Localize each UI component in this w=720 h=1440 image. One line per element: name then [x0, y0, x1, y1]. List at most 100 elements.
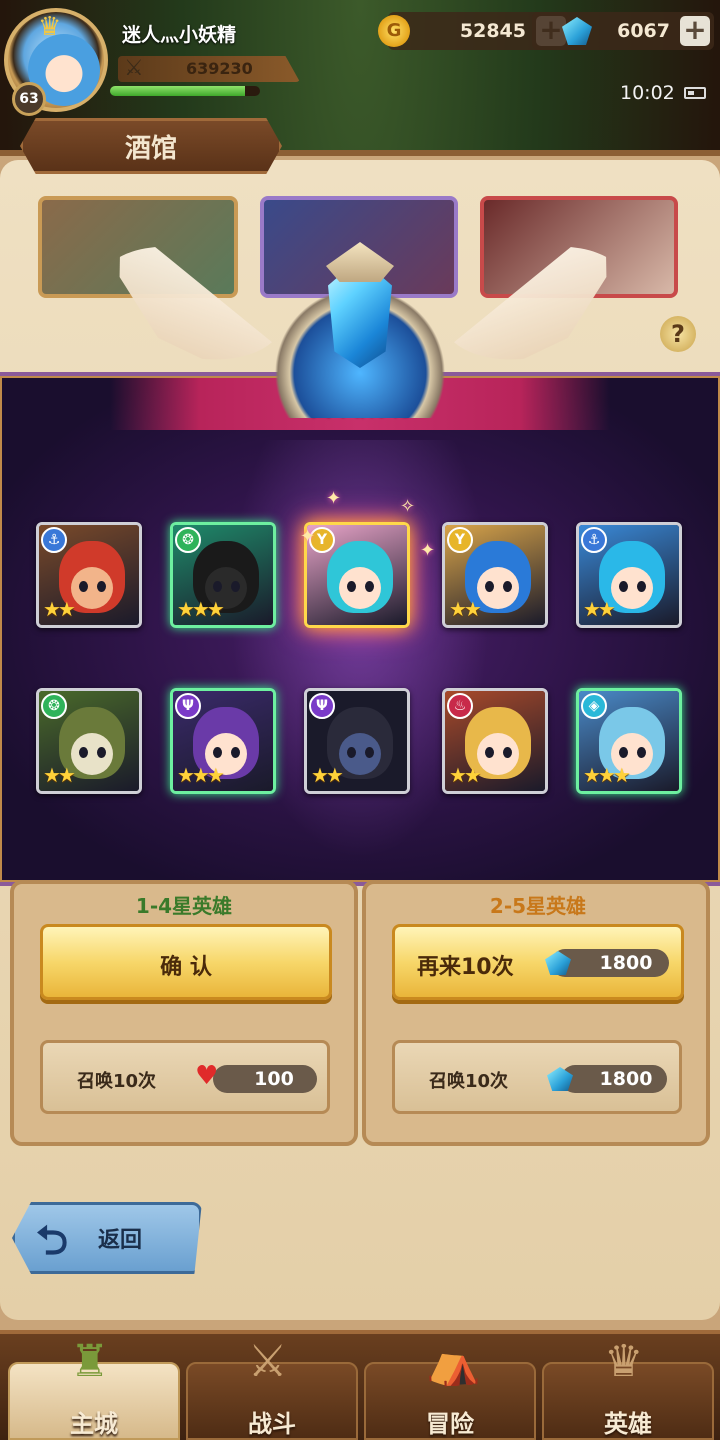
sparkle-icon: ✦	[300, 526, 316, 547]
status-clock: 10:02	[620, 82, 675, 104]
crossed-swords-icon: ⚔	[248, 1336, 288, 1387]
hero-stars: ★★	[43, 597, 76, 621]
fire-faction-icon: ♨	[447, 693, 473, 719]
crossed-swords-icon: ⚔	[124, 56, 144, 81]
return-arrow-icon: ⮌	[36, 1218, 69, 1264]
hero-eye	[347, 747, 356, 758]
hero-stars: ★★	[43, 763, 76, 787]
confirm-button[interactable]: 确 认	[40, 924, 332, 1000]
sparkle-icon: ✦	[420, 540, 436, 561]
hero-face	[71, 567, 113, 609]
gem-counter: 6067 +	[532, 12, 714, 50]
hero-eye	[637, 581, 646, 592]
page-title: 酒馆	[124, 134, 177, 164]
anchor-faction-icon: ⚓	[581, 527, 607, 553]
confirm-button-label: 确 认	[160, 955, 212, 980]
hero-card[interactable]: ⚓ ★★	[576, 522, 682, 628]
summon-ten-basic-cost: 100	[213, 1065, 317, 1093]
hero-stars: ★★	[583, 597, 616, 621]
summon-ten-advanced-button[interactable]: 召唤10次 1800	[392, 1040, 682, 1114]
hero-face	[477, 567, 519, 609]
sparkle-icon: ✧	[400, 496, 416, 517]
sparkle-icon: ✦	[326, 488, 342, 509]
hero-icon: ♛	[604, 1336, 644, 1387]
battery-icon	[684, 87, 706, 99]
hero-card[interactable]: ◈ ★★★	[576, 688, 682, 794]
left-panel-label: 1-4星英雄	[135, 894, 233, 918]
hero-stars: ★★	[311, 763, 344, 787]
gem-icon	[562, 17, 592, 45]
hero-card[interactable]: ⚓ ★★	[36, 522, 142, 628]
hero-card[interactable]: Y	[304, 522, 410, 628]
nav-label: 冒险	[426, 1410, 474, 1438]
beast-faction-icon: ❂	[175, 527, 201, 553]
hero-eye	[365, 581, 374, 592]
hero-eye	[485, 747, 494, 758]
player-level-badge: 63	[12, 82, 46, 116]
hero-card[interactable]: Y ★★	[442, 522, 548, 628]
summon-ten-advanced-cost: 1800	[561, 1065, 667, 1093]
player-name: 迷人灬小妖精	[122, 24, 237, 46]
hero-eye	[79, 747, 88, 758]
back-button-label: 返回	[98, 1228, 143, 1253]
hero-eye	[637, 747, 646, 758]
anchor-faction-icon: ⚓	[41, 527, 67, 553]
nav-label: 主城	[70, 1410, 118, 1438]
exp-bar-fill	[110, 86, 245, 96]
hero-card[interactable]: ❂ ★★	[36, 688, 142, 794]
hero-eye	[213, 747, 222, 758]
hero-eye	[97, 581, 106, 592]
crown-icon: ♛	[38, 12, 62, 42]
beast-faction-icon: ❂	[41, 693, 67, 719]
castle-icon: ♜	[70, 1336, 110, 1387]
hero-card[interactable]: ♨ ★★	[442, 688, 548, 794]
summon-ten-basic-label: 召唤10次	[77, 1071, 157, 1092]
hero-face	[339, 567, 381, 609]
light-faction-icon: Y	[447, 527, 473, 553]
hero-eye	[231, 747, 240, 758]
water-faction-icon: ◈	[581, 693, 607, 719]
hero-eye	[503, 581, 512, 592]
help-button[interactable]: ?	[660, 316, 696, 352]
hero-eye	[365, 747, 374, 758]
hero-stars: ★★★	[583, 763, 631, 787]
hero-stars: ★★	[449, 597, 482, 621]
hero-stars: ★★★	[177, 763, 225, 787]
hero-eye	[619, 747, 628, 758]
summon-ten-basic-button[interactable]: 召唤10次 100 ♥	[40, 1040, 330, 1114]
nav-label: 英雄	[604, 1410, 652, 1438]
hero-face	[339, 733, 381, 775]
dark-faction-icon: Ψ	[309, 693, 335, 719]
hero-eye	[231, 581, 240, 592]
hero-eye	[347, 581, 356, 592]
hero-face	[71, 733, 113, 775]
hero-face	[611, 567, 653, 609]
hero-card[interactable]: ❂ ★★★	[170, 522, 276, 628]
add-gems-button[interactable]: +	[680, 16, 710, 46]
gem-value: 6067	[617, 20, 670, 42]
hero-eye	[619, 581, 628, 592]
hero-eye	[79, 581, 88, 592]
hero-eye	[503, 747, 512, 758]
nav-label: 战斗	[248, 1410, 296, 1438]
gold-coin-icon: G	[378, 15, 410, 47]
summon-ten-advanced-label: 召唤10次	[429, 1071, 509, 1092]
hero-card[interactable]: Ψ ★★	[304, 688, 410, 794]
exp-bar	[110, 86, 260, 96]
hero-stars: ★★★	[177, 597, 225, 621]
heart-icon: ♥	[195, 1061, 219, 1091]
hero-face	[477, 733, 519, 775]
dark-faction-icon: Ψ	[175, 693, 201, 719]
hero-card[interactable]: Ψ ★★★	[170, 688, 276, 794]
hero-eye	[97, 747, 106, 758]
gold-value: 52845	[459, 20, 526, 42]
modal-glow	[230, 440, 490, 860]
summon-again-label: 再来10次	[417, 955, 514, 980]
hero-stars: ★★	[449, 763, 482, 787]
adventure-icon: ⛺	[426, 1337, 481, 1388]
power-value: 639230	[186, 59, 253, 78]
hero-eye	[485, 581, 494, 592]
summon-again-button[interactable]: 再来10次 1800	[392, 924, 684, 1000]
hero-eye	[213, 581, 222, 592]
right-panel-label: 2-5星英雄	[489, 894, 587, 918]
